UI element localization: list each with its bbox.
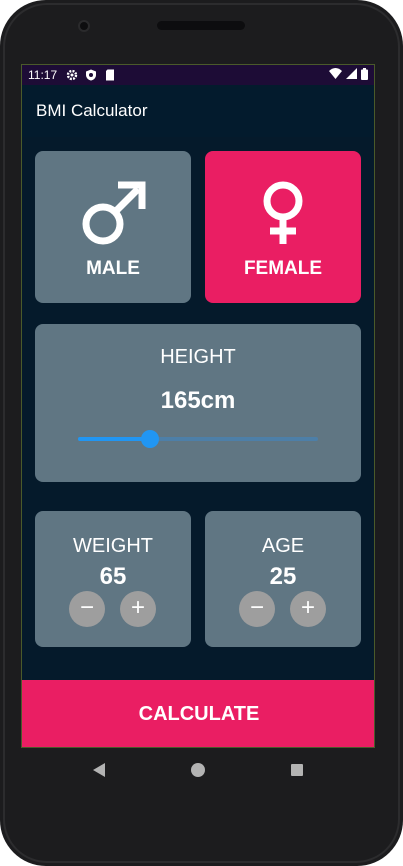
weight-card: WEIGHT 65 − + bbox=[35, 511, 191, 647]
page-title: BMI Calculator bbox=[36, 101, 148, 120]
app-screen: 11:17 BMI Calculator MALE FEMALE HEIGHT … bbox=[21, 64, 375, 748]
phone-frame: 11:17 BMI Calculator MALE FEMALE HEIGHT … bbox=[0, 0, 403, 866]
male-card[interactable]: MALE bbox=[35, 151, 191, 303]
age-value: 25 bbox=[269, 563, 297, 590]
battery-icon bbox=[361, 67, 368, 83]
height-value: 165cm bbox=[160, 387, 236, 414]
weight-label: WEIGHT bbox=[73, 535, 153, 557]
system-nav-bar bbox=[21, 748, 375, 792]
speaker-grille bbox=[157, 21, 245, 30]
height-slider[interactable] bbox=[78, 430, 318, 448]
settings-icon bbox=[66, 69, 78, 81]
camera-icon bbox=[78, 20, 90, 32]
male-symbol-icon bbox=[35, 181, 191, 247]
status-time: 11:17 bbox=[28, 68, 58, 82]
age-label: AGE bbox=[261, 535, 305, 557]
app-bar: BMI Calculator bbox=[22, 85, 374, 137]
weight-increment-button[interactable]: + bbox=[120, 591, 156, 627]
male-label: MALE bbox=[86, 258, 140, 279]
back-icon[interactable] bbox=[93, 763, 105, 777]
status-right-icons bbox=[329, 67, 368, 83]
female-symbol-icon bbox=[205, 181, 361, 247]
cellular-icon bbox=[346, 68, 357, 82]
shield-icon bbox=[85, 69, 97, 81]
age-card: AGE 25 − + bbox=[205, 511, 361, 647]
height-label: HEIGHT bbox=[160, 346, 236, 368]
height-slider-fill bbox=[78, 437, 150, 441]
recents-icon[interactable] bbox=[291, 764, 303, 776]
home-icon[interactable] bbox=[191, 763, 205, 777]
height-card: HEIGHT 165cm bbox=[35, 324, 361, 482]
status-bar: 11:17 bbox=[22, 65, 374, 85]
age-decrement-button[interactable]: − bbox=[239, 591, 275, 627]
female-card[interactable]: FEMALE bbox=[205, 151, 361, 303]
age-increment-button[interactable]: + bbox=[290, 591, 326, 627]
wifi-icon bbox=[329, 68, 342, 82]
weight-decrement-button[interactable]: − bbox=[69, 591, 105, 627]
sd-card-icon bbox=[104, 69, 116, 81]
height-slider-thumb[interactable] bbox=[141, 430, 159, 448]
calculate-button[interactable]: CALCULATE bbox=[22, 680, 374, 747]
female-label: FEMALE bbox=[243, 258, 323, 279]
weight-value: 65 bbox=[99, 563, 127, 590]
